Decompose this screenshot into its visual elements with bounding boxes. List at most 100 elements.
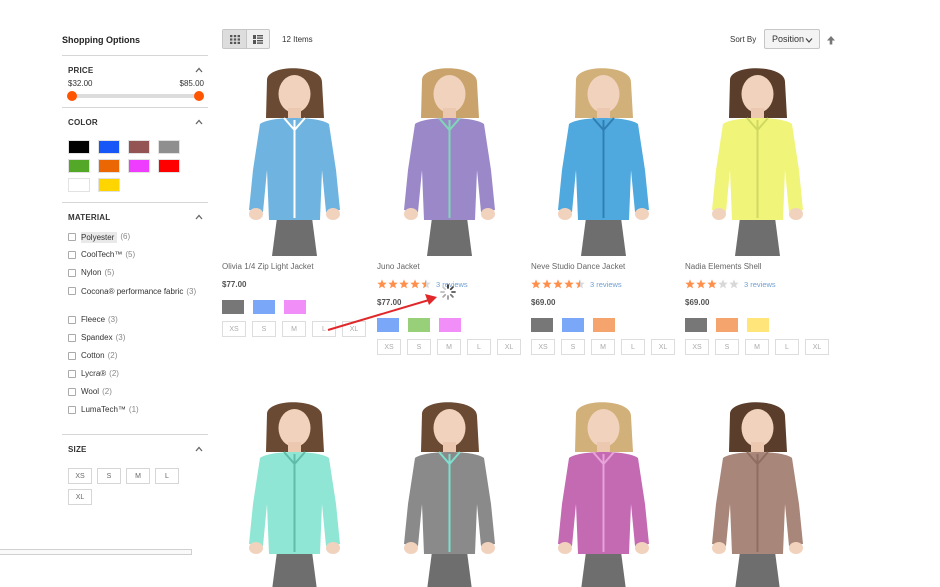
product-name-link[interactable]: Nadia Elements Shell <box>685 262 830 274</box>
color-swatch[interactable] <box>128 159 150 173</box>
product-size-option[interactable]: XL <box>805 339 829 355</box>
material-option[interactable]: Lycra® (2) <box>68 369 208 387</box>
material-checkbox[interactable] <box>68 269 76 277</box>
material-option[interactable]: Spandex (3) <box>68 333 208 351</box>
product-photo[interactable] <box>377 60 522 256</box>
product-photo[interactable] <box>531 394 676 587</box>
product-color-swatch[interactable] <box>531 318 553 332</box>
product-size-option[interactable]: L <box>775 339 799 355</box>
size-option[interactable]: S <box>97 468 121 484</box>
product-color-swatch[interactable] <box>716 318 738 332</box>
chevron-up-icon[interactable] <box>194 65 204 75</box>
product-name-link[interactable]: Olivia 1/4 Zip Light Jacket <box>222 262 367 274</box>
product-color-swatch[interactable] <box>685 318 707 332</box>
material-option[interactable]: Nylon (5) <box>68 268 208 286</box>
product-photo[interactable] <box>222 60 367 256</box>
price-range-track[interactable] <box>71 94 200 98</box>
material-checkbox[interactable] <box>68 251 76 259</box>
product-photo[interactable] <box>685 394 830 587</box>
product-size-option[interactable]: XS <box>685 339 709 355</box>
product-color-swatch[interactable] <box>253 300 275 314</box>
product-color-swatch[interactable] <box>284 300 306 314</box>
color-swatch[interactable] <box>98 140 120 154</box>
price-filter-header[interactable]: PRICE <box>62 63 208 77</box>
color-swatch[interactable] <box>98 159 120 173</box>
product-size-option[interactable]: S <box>715 339 739 355</box>
product-size-option[interactable]: L <box>467 339 491 355</box>
product-size-option[interactable]: S <box>252 321 276 337</box>
product-size-option[interactable]: M <box>745 339 769 355</box>
chevron-up-icon[interactable] <box>194 117 204 127</box>
material-option[interactable]: CoolTech™ (5) <box>68 250 208 268</box>
color-swatch[interactable] <box>68 159 90 173</box>
product-size-option[interactable]: XL <box>497 339 521 355</box>
product-name-link[interactable]: Neve Studio Dance Jacket <box>531 262 676 274</box>
color-swatch[interactable] <box>98 178 120 192</box>
list-view-button[interactable] <box>246 30 269 48</box>
material-checkbox[interactable] <box>68 370 76 378</box>
chevron-up-icon[interactable] <box>194 444 204 454</box>
reviews-link[interactable]: 3 reviews <box>590 280 622 289</box>
product-card[interactable] <box>222 394 367 587</box>
color-swatch[interactable] <box>158 140 180 154</box>
product-card[interactable] <box>377 394 522 587</box>
product-photo[interactable] <box>222 394 367 587</box>
material-option[interactable]: Wool (2) <box>68 387 208 405</box>
material-option[interactable]: Polyester (6) <box>68 232 208 250</box>
color-swatch[interactable] <box>158 159 180 173</box>
price-max-handle[interactable] <box>194 91 204 101</box>
sort-select[interactable]: Position <box>764 29 820 49</box>
product-card[interactable] <box>685 394 830 587</box>
chevron-up-icon[interactable] <box>194 212 204 222</box>
product-photo[interactable] <box>531 60 676 256</box>
material-checkbox[interactable] <box>68 316 76 324</box>
product-size-option[interactable]: XL <box>651 339 675 355</box>
material-option[interactable]: Cotton (2) <box>68 351 208 369</box>
product-photo[interactable] <box>377 394 522 587</box>
product-name-link[interactable]: Juno Jacket <box>377 262 522 274</box>
product-size-option[interactable]: XS <box>222 321 246 337</box>
reviews-link[interactable]: 3 reviews <box>744 280 776 289</box>
material-option[interactable]: Fleece (3) <box>68 315 208 333</box>
material-checkbox[interactable] <box>68 334 76 342</box>
color-swatch[interactable] <box>68 178 90 192</box>
color-filter-header[interactable]: COLOR <box>62 115 208 129</box>
product-size-option[interactable]: S <box>407 339 431 355</box>
product-size-option[interactable]: L <box>621 339 645 355</box>
product-color-swatch[interactable] <box>222 300 244 314</box>
product-size-option[interactable]: XS <box>377 339 401 355</box>
material-filter-header[interactable]: MATERIAL <box>62 210 208 224</box>
product-size-option[interactable]: M <box>282 321 306 337</box>
material-checkbox[interactable] <box>68 406 76 414</box>
product-card[interactable]: Neve Studio Dance Jacket 3 reviews $69.00… <box>531 60 676 355</box>
star-icon <box>388 279 398 289</box>
product-size-option[interactable]: S <box>561 339 585 355</box>
size-option[interactable]: M <box>126 468 150 484</box>
material-option[interactable]: Cocona® performance fabric (3) <box>68 286 208 315</box>
price-min-value: $32.00 <box>68 79 93 88</box>
product-color-swatch[interactable] <box>747 318 769 332</box>
product-color-swatch[interactable] <box>593 318 615 332</box>
price-min-handle[interactable] <box>67 91 77 101</box>
product-photo[interactable] <box>685 60 830 256</box>
size-filter-header[interactable]: SIZE <box>62 442 208 456</box>
product-size-option[interactable]: M <box>437 339 461 355</box>
price-range-slider[interactable] <box>67 91 204 101</box>
color-swatch[interactable] <box>68 140 90 154</box>
grid-view-button[interactable] <box>223 30 246 48</box>
product-size-option[interactable]: M <box>591 339 615 355</box>
product-size-option[interactable]: XS <box>531 339 555 355</box>
material-option[interactable]: LumaTech™ (1) <box>68 405 208 423</box>
product-card[interactable]: Nadia Elements Shell 3 reviews $69.00 XS S M… <box>685 60 830 355</box>
material-checkbox[interactable] <box>68 233 76 241</box>
arrow-up-icon[interactable] <box>826 35 836 45</box>
product-card[interactable] <box>531 394 676 587</box>
material-checkbox[interactable] <box>68 352 76 360</box>
size-option[interactable]: XS <box>68 468 92 484</box>
material-checkbox[interactable] <box>68 388 76 396</box>
color-swatch[interactable] <box>128 140 150 154</box>
product-color-swatch[interactable] <box>562 318 584 332</box>
size-option[interactable]: L <box>155 468 179 484</box>
size-option[interactable]: XL <box>68 489 92 505</box>
horizontal-scrollbar[interactable] <box>0 549 192 555</box>
